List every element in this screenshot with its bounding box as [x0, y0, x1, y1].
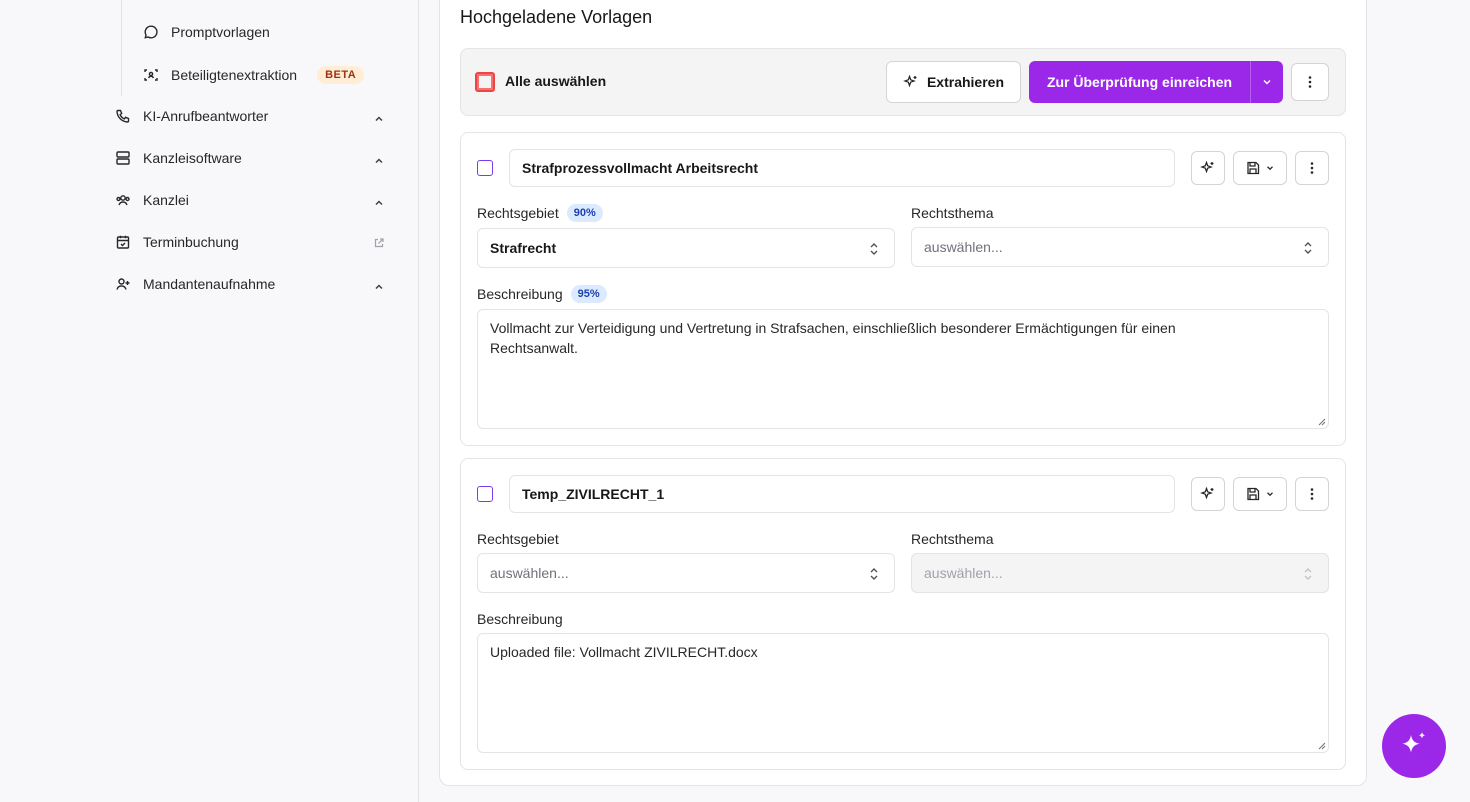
confidence-badge: 90% [566, 204, 603, 222]
chevrons-up-down-icon [870, 243, 878, 255]
resize-grip-icon[interactable] [1318, 418, 1326, 426]
chevrons-up-down-icon [1304, 568, 1312, 580]
sidebar-item-label: Mandantenaufnahme [143, 276, 276, 292]
extract-button-label: Extrahieren [926, 74, 1005, 90]
chevron-down-icon [1263, 79, 1271, 85]
scan-person-icon [143, 67, 159, 83]
extract-button[interactable]: Extrahieren [886, 61, 1021, 103]
sidebar-item-beteiligtenextraktion[interactable]: Beteiligtenextraktion BETA [143, 66, 365, 84]
beschreibung-textarea[interactable]: Vollmacht zur Verteidigung und Vertretun… [477, 309, 1329, 429]
sidebar-item-promptvorlagen[interactable]: Promptvorlagen [143, 24, 270, 40]
beschreibung-textarea[interactable]: Uploaded file: Vollmacht ZIVILRECHT.docx [477, 633, 1329, 753]
chevron-up-icon[interactable] [373, 281, 385, 293]
extract-icon-button[interactable] [1191, 477, 1225, 511]
sparkles-icon [1200, 486, 1214, 500]
sidebar-item-label: KI-Anrufbeantworter [143, 108, 269, 124]
resize-grip-icon[interactable] [1318, 742, 1326, 750]
subtree-line [121, 0, 122, 96]
dots-vertical-icon [1308, 76, 1312, 88]
beschreibung-label-text: Beschreibung [477, 286, 563, 302]
sidebar-item-terminbuchung[interactable]: Terminbuchung [115, 234, 239, 250]
rechtsgebiet-label: Rechtsgebiet 90% [477, 203, 603, 223]
extract-icon-button[interactable] [1191, 151, 1225, 185]
floppy-disk-icon [1247, 487, 1260, 501]
sparkles-icon [903, 74, 917, 88]
beschreibung-text-line: Vollmacht zur Verteidigung und Vertretun… [490, 320, 1176, 336]
rechtsthema-placeholder: auswählen... [924, 239, 1003, 255]
rechtsthema-select-disabled: auswählen... [911, 553, 1329, 593]
sidebar-item-label: Promptvorlagen [171, 24, 270, 40]
chevron-down-icon [1267, 492, 1273, 497]
sidebar-item-kanzleisoftware[interactable]: Kanzleisoftware [115, 150, 242, 166]
rechtsgebiet-value: Strafrecht [490, 240, 557, 256]
beschreibung-text-line: Rechtsanwalt. [490, 340, 578, 356]
select-all-label: Alle auswählen [505, 73, 607, 89]
more-options-button[interactable] [1291, 63, 1329, 101]
section-title: Hochgeladene Vorlagen [460, 7, 653, 27]
sidebar-item-label: Terminbuchung [143, 234, 239, 250]
save-dropdown-button[interactable] [1233, 477, 1287, 511]
sidebar-item-label: Kanzleisoftware [143, 150, 242, 166]
phone-icon [115, 108, 131, 124]
sidebar-item-label: Beteiligtenextraktion [171, 67, 298, 83]
rechtsthema-label: Rechtsthema [911, 531, 994, 547]
template-checkbox[interactable] [477, 160, 493, 176]
chevrons-up-down-icon [1304, 242, 1312, 254]
rechtsthema-placeholder: auswählen... [924, 565, 1003, 581]
external-link-icon[interactable] [373, 237, 385, 249]
sidebar-item-kanzlei[interactable]: Kanzlei [115, 192, 189, 208]
ai-assistant-fab[interactable] [1382, 714, 1446, 778]
sparkles-icon [1200, 160, 1214, 174]
chevron-down-icon [1267, 166, 1273, 171]
template-more-button[interactable] [1295, 151, 1329, 185]
chat-bubble-icon [143, 24, 159, 40]
sidebar-item-label: Kanzlei [143, 192, 189, 208]
template-name-input[interactable]: Temp_ZIVILRECHT_1 [509, 475, 1175, 513]
beschreibung-label: Beschreibung [477, 611, 563, 627]
template-name-input[interactable]: Strafprozessvollmacht Arbeitsrecht [509, 149, 1175, 187]
dots-vertical-icon [1310, 162, 1314, 174]
beschreibung-text-line: Uploaded file: Vollmacht ZIVILRECHT.docx [490, 644, 758, 660]
submit-for-review-button[interactable]: Zur Überprüfung einreichen [1029, 61, 1250, 103]
sidebar-item-ki-anrufbeantworter[interactable]: KI-Anrufbeantworter [115, 108, 268, 124]
rechtsgebiet-select[interactable]: auswählen... [477, 553, 895, 593]
floppy-disk-icon [1247, 161, 1260, 175]
calendar-check-icon [115, 234, 131, 250]
sidebar: Promptvorlagen Beteiligtenextraktion BET… [0, 0, 419, 802]
template-checkbox[interactable] [477, 486, 493, 502]
submit-dropdown-button[interactable] [1250, 61, 1283, 103]
sidebar-item-mandantenaufnahme[interactable]: Mandantenaufnahme [115, 276, 275, 292]
chevrons-up-down-icon [870, 568, 878, 580]
beta-badge: BETA [317, 66, 365, 84]
server-icon [115, 150, 131, 166]
template-more-button[interactable] [1295, 477, 1329, 511]
rechtsgebiet-select[interactable]: Strafrecht [477, 228, 895, 268]
rechtsgebiet-label-text: Rechtsgebiet [477, 205, 559, 221]
chevron-up-icon[interactable] [373, 155, 385, 167]
user-plus-icon [115, 276, 131, 292]
sparkle-icon [1402, 732, 1426, 753]
chevron-up-icon[interactable] [373, 113, 385, 125]
users-icon [115, 192, 131, 208]
rechtsgebiet-placeholder: auswählen... [490, 565, 569, 581]
save-dropdown-button[interactable] [1233, 151, 1287, 185]
chevron-up-icon[interactable] [373, 197, 385, 209]
select-all-checkbox[interactable] [475, 72, 495, 92]
dots-vertical-icon [1310, 488, 1314, 500]
rechtsgebiet-label: Rechtsgebiet [477, 531, 559, 547]
rechtsthema-label: Rechtsthema [911, 205, 994, 221]
confidence-badge: 95% [570, 285, 607, 303]
beschreibung-label: Beschreibung 95% [477, 284, 607, 304]
rechtsthema-select[interactable]: auswählen... [911, 227, 1329, 267]
